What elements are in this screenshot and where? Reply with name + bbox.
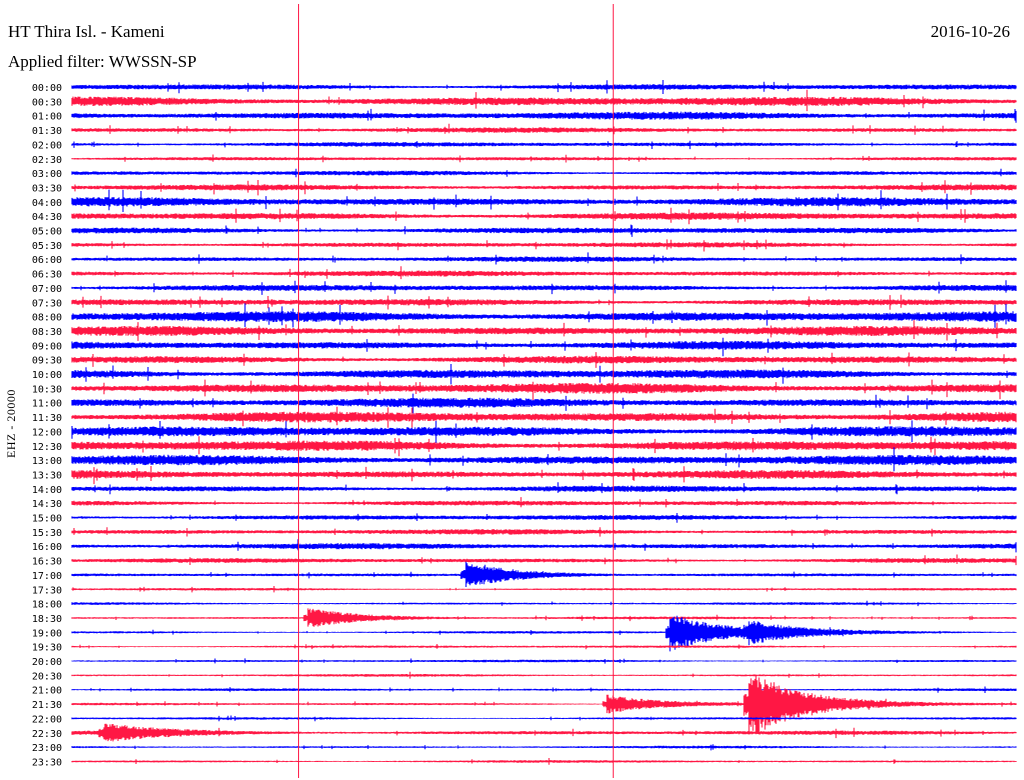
row-label-0430: 04:30 [32, 212, 62, 223]
row-labels-layer: 00:00 00:30 01:00 01:30 02:00 02:30 03:00 03:30… [32, 83, 62, 768]
trace-1730 [71, 586, 1017, 593]
row-label-2130: 21:30 [32, 700, 62, 711]
row-label-1600: 16:00 [32, 542, 62, 553]
row-label-1230: 12:30 [32, 442, 62, 453]
row-label-0000: 00:00 [32, 83, 62, 94]
row-label-1930: 19:30 [32, 643, 62, 654]
trace-0800 [71, 303, 1017, 328]
trace-2330 [71, 758, 1017, 765]
trace-0100 [71, 108, 1017, 123]
row-label-1330: 13:30 [32, 470, 62, 481]
trace-2030 [71, 671, 1017, 679]
trace-1800 [71, 600, 1017, 607]
row-label-0800: 08:00 [32, 313, 62, 324]
row-label-1400: 14:00 [32, 485, 62, 496]
row-label-1200: 12:00 [32, 427, 62, 438]
row-label-1700: 17:00 [32, 571, 62, 582]
row-label-1030: 10:30 [32, 384, 62, 395]
trace-1300 [71, 447, 1017, 472]
row-label-0500: 05:00 [32, 227, 62, 238]
trace-0130 [71, 123, 1017, 135]
trace-0430 [71, 207, 1017, 225]
trace-1430 [71, 497, 1017, 508]
row-label-0730: 07:30 [32, 298, 62, 309]
row-label-2000: 20:00 [32, 657, 62, 668]
row-label-1130: 11:30 [32, 413, 62, 424]
trace-1230 [71, 436, 1017, 457]
row-label-1500: 15:00 [32, 514, 62, 525]
trace-1500 [71, 513, 1017, 523]
row-label-2200: 22:00 [32, 714, 62, 725]
trace-1130 [71, 406, 1017, 428]
trace-1000 [71, 364, 1017, 385]
row-label-1830: 18:30 [32, 614, 62, 625]
trace-1600 [71, 539, 1017, 553]
row-label-2230: 22:30 [32, 729, 62, 740]
trace-1030 [71, 379, 1017, 401]
trace-0830 [71, 320, 1017, 341]
row-label-1530: 15:30 [32, 528, 62, 539]
row-label-2300: 23:00 [32, 743, 62, 754]
trace-1700 [71, 561, 1017, 587]
row-label-0400: 04:00 [32, 198, 62, 209]
trace-2000 [71, 658, 1017, 664]
row-label-0630: 06:30 [32, 270, 62, 281]
row-label-0600: 06:00 [32, 255, 62, 266]
trace-0300 [71, 168, 1017, 178]
trace-0330 [71, 180, 1017, 196]
trace-0600 [71, 252, 1017, 265]
row-label-0900: 09:00 [32, 341, 62, 352]
row-label-0700: 07:00 [32, 284, 62, 295]
trace-0030 [71, 89, 1017, 112]
trace-1100 [71, 393, 1017, 414]
trace-1530 [71, 527, 1017, 537]
row-label-0830: 08:30 [32, 327, 62, 338]
row-label-0200: 02:00 [32, 140, 62, 151]
trace-1400 [71, 482, 1017, 495]
trace-2100 [71, 686, 1017, 693]
row-label-2330: 23:30 [32, 757, 62, 768]
row-label-2030: 20:30 [32, 671, 62, 682]
trace-0700 [71, 280, 1017, 295]
trace-0530 [71, 239, 1017, 252]
trace-2300 [71, 744, 1017, 751]
trace-1830 [71, 608, 1017, 627]
row-label-1430: 14:30 [32, 499, 62, 510]
trace-1630 [71, 554, 1017, 566]
row-label-0230: 02:30 [32, 155, 62, 166]
trace-2200 [71, 715, 1017, 722]
row-label-0330: 03:30 [32, 183, 62, 194]
trace-0900 [71, 337, 1017, 357]
trace-0500 [71, 224, 1017, 237]
trace-1200 [71, 420, 1017, 443]
row-label-1730: 17:30 [32, 585, 62, 596]
row-label-0930: 09:30 [32, 356, 62, 367]
trace-0730 [71, 294, 1017, 310]
row-label-0100: 01:00 [32, 112, 62, 123]
row-label-0300: 03:00 [32, 169, 62, 180]
trace-2230 [71, 723, 1017, 742]
row-label-1000: 10:00 [32, 370, 62, 381]
seismogram-plot: 00:00 00:30 01:00 01:30 02:00 02:30 03:00 03:30… [32, 4, 1017, 778]
row-label-0130: 01:30 [32, 126, 62, 137]
trace-1330 [71, 466, 1017, 485]
trace-1930 [71, 644, 1017, 650]
row-label-1900: 19:00 [32, 628, 62, 639]
trace-0000 [71, 80, 1017, 94]
trace-0630 [71, 266, 1017, 280]
row-label-1630: 16:30 [32, 557, 62, 568]
trace-0930 [71, 352, 1017, 368]
row-label-1100: 11:00 [32, 399, 62, 410]
row-label-1800: 18:00 [32, 600, 62, 611]
row-label-2100: 21:00 [32, 686, 62, 697]
trace-0230 [71, 154, 1017, 163]
trace-0200 [71, 140, 1017, 150]
trace-2130 [71, 675, 1017, 735]
row-label-0530: 05:30 [32, 241, 62, 252]
row-label-0030: 00:30 [32, 97, 62, 108]
traces-layer [71, 80, 1017, 765]
row-label-1300: 13:00 [32, 456, 62, 467]
